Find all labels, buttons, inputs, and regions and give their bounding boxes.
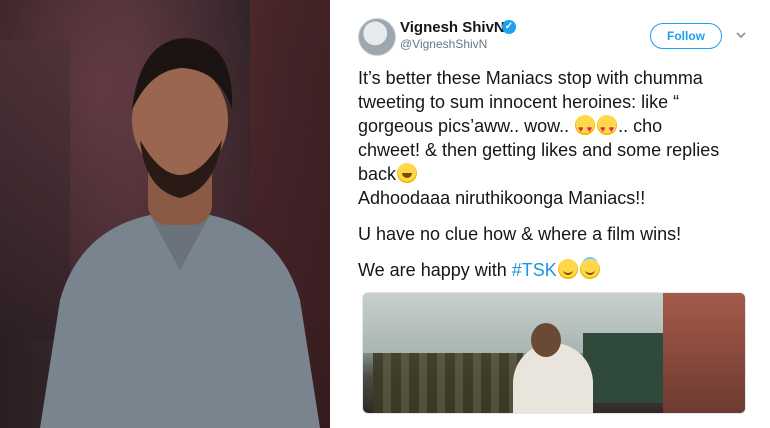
tweet-media-image[interactable] — [362, 292, 746, 414]
verified-badge-icon: ✓ — [502, 20, 516, 34]
tweet-line: back — [358, 162, 758, 186]
tweet-line: We are happy with #TSK — [358, 258, 758, 282]
media-crowd — [373, 353, 523, 413]
media-figure-head — [531, 323, 561, 357]
smiling-emoji-icon — [557, 259, 578, 279]
avatar[interactable] — [358, 18, 396, 56]
follow-button[interactable]: Follow — [650, 23, 722, 49]
tweet-line: U have no clue how & where a film wins! — [358, 224, 682, 244]
image-divider — [330, 0, 333, 428]
tweet-text-fragment: back — [358, 164, 397, 184]
hashtag-link[interactable]: #TSK — [512, 260, 557, 280]
tweet-line: chweet! & then getting likes and some re… — [358, 140, 720, 160]
grinning-emoji-icon — [397, 163, 418, 183]
tweet-line: tweeting to sum innocent heroines: like … — [358, 92, 680, 112]
heart-eyes-emoji-icon — [575, 115, 596, 141]
tweet-text-fragment: gorgeous pics’aww.. wow.. — [358, 116, 570, 136]
tweet-text-fragment: We are happy with — [358, 260, 507, 280]
tweet-line: gorgeous pics’aww.. wow.. .. cho — [358, 114, 758, 141]
media-right-figure — [663, 293, 745, 413]
tweet-line: It’s better these Maniacs stop with chum… — [358, 68, 703, 88]
tweet-text-fragment: .. cho — [618, 116, 663, 136]
display-name[interactable]: Vignesh ShivN — [400, 19, 505, 36]
person-photo — [0, 0, 330, 428]
tweet-line: Adhoodaaa niruthikoonga Maniacs!! — [358, 188, 646, 208]
halo-emoji-icon — [579, 259, 600, 279]
person-silhouette — [40, 38, 320, 428]
tweet-card: Vignesh ShivN ✓ @VigneshShivN Follow It’… — [344, 0, 764, 428]
user-handle[interactable]: @VigneshShivN — [400, 37, 487, 51]
chevron-down-icon[interactable] — [734, 28, 748, 42]
heart-eyes-emoji-icon — [597, 115, 618, 141]
tweet-text: It’s better these Maniacs stop with chum… — [358, 66, 758, 282]
